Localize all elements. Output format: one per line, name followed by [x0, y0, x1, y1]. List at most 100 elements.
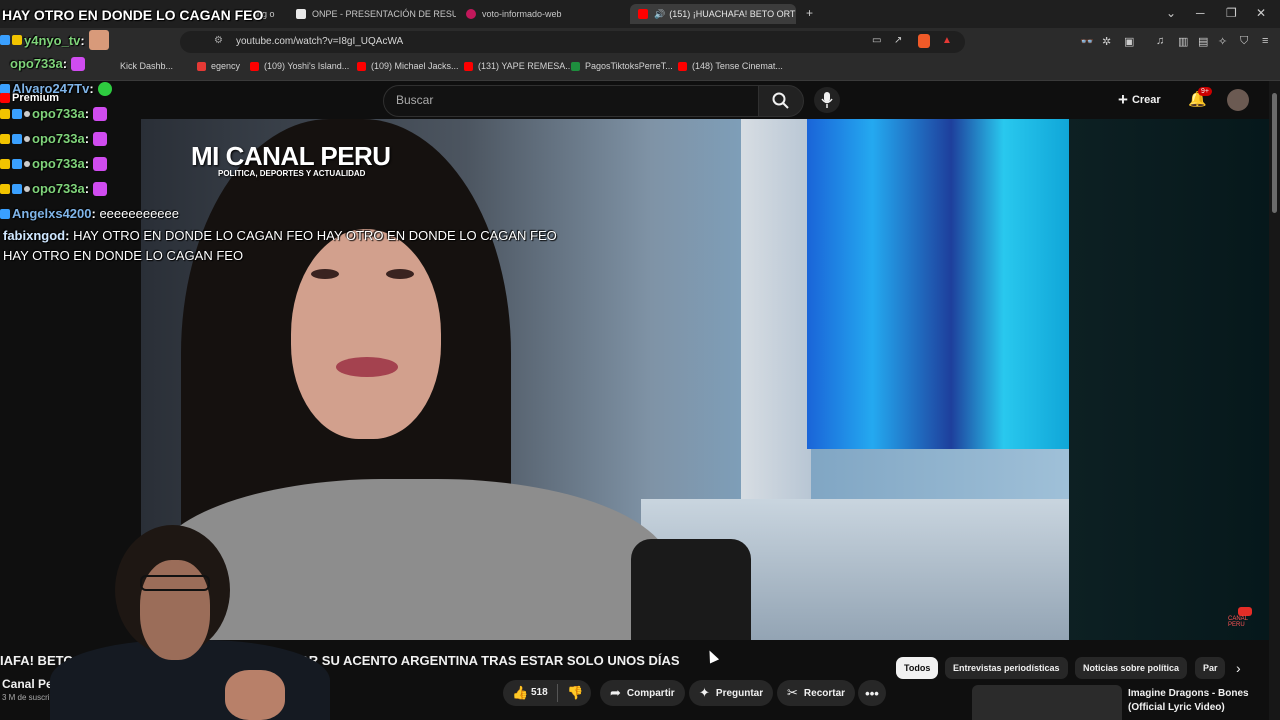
presenter-mouth [336, 357, 398, 377]
chat-message: opo733a: [0, 106, 108, 121]
browser-tab-youtube[interactable]: 🔊 (151) ¡HUACHAFA! BETO ORT ✕ [630, 4, 796, 24]
close-window-icon[interactable]: ✕ [1256, 6, 1266, 20]
rewards-icon[interactable]: ▲ [942, 35, 952, 46]
page-scrollbar[interactable] [1269, 81, 1280, 720]
recommendation-title[interactable]: Imagine Dragons - Bones (Official Lyric … [1128, 687, 1268, 715]
voice-search-button[interactable] [814, 87, 840, 113]
dot-icon [24, 185, 30, 192]
streamer-hand [225, 670, 285, 720]
minimize-icon[interactable]: ─ [1196, 6, 1205, 20]
avatar[interactable] [1227, 89, 1249, 111]
share-icon[interactable]: ↗ [894, 35, 902, 46]
chip-noticias[interactable]: Noticias sobre política [1075, 657, 1188, 679]
divider [557, 684, 558, 702]
sidebar-icon[interactable]: ▥ [1178, 35, 1188, 48]
player-side-area [1069, 119, 1269, 640]
streamer-glasses [140, 575, 210, 591]
plus-icon: + [1118, 90, 1128, 109]
dot-icon [24, 110, 30, 117]
new-tab-icon[interactable]: + [806, 6, 813, 20]
more-icon: ••• [865, 685, 879, 701]
emote-icon [71, 56, 86, 71]
ask-label: Preguntar [715, 687, 764, 699]
chat-message: opo733a: [0, 181, 108, 196]
ask-button[interactable]: ✦ Preguntar [689, 680, 774, 706]
leo-icon[interactable]: ✧ [1218, 35, 1227, 48]
chat-message: y4nyo_tv: [0, 30, 109, 50]
chat-message: Angelxs4200: eeeeeeeeeee [0, 206, 179, 221]
chevron-right-icon[interactable]: › [1236, 660, 1241, 676]
media-icon[interactable]: ♫ [1156, 35, 1164, 47]
extensions-icon[interactable]: ✲ [1102, 35, 1111, 48]
notifications-button[interactable]: 🔔 9+ [1188, 87, 1212, 110]
chat-message: fabixngod: HAY OTRO EN DONDE LO CAGAN FE… [3, 228, 557, 243]
emote-icon [93, 131, 108, 146]
like-dislike-group: 👍 518 👎 [503, 680, 591, 706]
share-button[interactable]: ➦ Compartir [600, 680, 685, 706]
create-label: Crear [1131, 94, 1161, 106]
chat-message: opo733a: [10, 56, 86, 71]
crown-icon [0, 133, 10, 144]
watermark-logo-icon [1238, 607, 1252, 616]
clip-button[interactable]: ✂ Recortar [777, 680, 856, 706]
dot-icon [24, 135, 30, 142]
tab-label: (151) ¡HUACHAFA! BETO ORT [669, 9, 796, 19]
chat-username: opo733a [10, 56, 63, 71]
youtube-logo-icon [0, 93, 10, 103]
crown-icon [12, 35, 22, 45]
incognito-icon[interactable]: 👓 [1080, 35, 1094, 48]
premium-label: Premium [0, 92, 59, 104]
create-button[interactable]: + Crear [1118, 89, 1161, 111]
youtube-favicon-icon [678, 61, 687, 71]
tab-search-chevron-icon[interactable]: ⌄ [1166, 6, 1176, 20]
chip-partial[interactable]: Par [1195, 657, 1225, 679]
badge-icon [12, 183, 22, 194]
video-title-right: POR SU ACENTO ARGENTINA TRAS ESTAR SOLO … [290, 653, 680, 668]
like-count[interactable]: 518 [531, 687, 548, 698]
badge-icon [12, 158, 22, 169]
vpn-icon[interactable]: ⛉ [1240, 35, 1248, 48]
more-actions-button[interactable]: ••• [858, 680, 886, 706]
crown-icon [0, 183, 10, 194]
bookmark-pagos[interactable]: PagosTiktoksPerreT... [571, 61, 673, 71]
emote-icon [93, 106, 108, 121]
scrollbar-thumb[interactable] [1272, 93, 1277, 213]
wallet-2-icon[interactable]: ▤ [1198, 35, 1208, 48]
recommendation-thumbnail[interactable] [972, 685, 1122, 720]
chat-username: Angelxs4200 [12, 206, 92, 221]
chat-username: opo733a [32, 181, 85, 196]
youtube-favicon-icon [638, 9, 648, 19]
chat-top-message: HAY OTRO EN DONDE LO CAGAN FEO [2, 7, 264, 23]
share-arrow-icon: ➦ [610, 685, 621, 700]
chip-todos[interactable]: Todos [896, 657, 939, 679]
mic-icon [821, 92, 833, 108]
badge-icon [0, 208, 10, 219]
chair [631, 539, 751, 640]
menu-icon[interactable]: ≡ [1262, 35, 1268, 47]
chat-username: fabixngod [3, 228, 66, 243]
channel-watermark: CANAL PERU [1228, 607, 1262, 628]
clip-label: Recortar [803, 687, 846, 699]
bookmark-tense[interactable]: (148) Tense Cinemat... [678, 61, 783, 71]
chat-username: opo733a [32, 106, 85, 121]
badge-icon [12, 108, 22, 119]
cast-icon[interactable]: ▭ [872, 35, 881, 46]
wallet-icon[interactable]: ▣ [1124, 35, 1134, 48]
speaker-icon: 🔊 [654, 8, 666, 19]
scissors-icon: ✂ [787, 685, 798, 700]
studio-screen [807, 119, 1069, 449]
like-icon[interactable]: 👍 [512, 685, 528, 701]
badge-icon [0, 35, 10, 45]
bookmark-label: (148) Tense Cinemat... [692, 61, 783, 71]
restore-icon[interactable]: ❐ [1226, 6, 1237, 20]
search-button[interactable] [758, 85, 804, 117]
emote-icon [93, 181, 108, 196]
chat-username: y4nyo_tv [24, 32, 81, 48]
presenter-eye [311, 269, 339, 279]
brave-shield-icon[interactable] [918, 34, 930, 48]
chat-text: HAY OTRO EN DONDE LO CAGAN FEO HAY OTRO … [73, 228, 557, 243]
presenter-eye [386, 269, 414, 279]
chip-entrevistas[interactable]: Entrevistas periodísticas [945, 657, 1068, 679]
dislike-icon[interactable]: 👎 [567, 685, 583, 701]
chat-username: opo733a [32, 156, 85, 171]
